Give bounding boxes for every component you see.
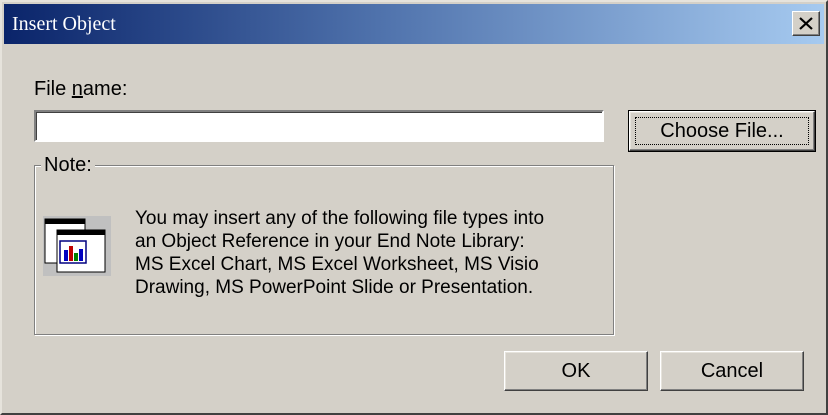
file-name-label-suffix: ame:	[82, 78, 128, 100]
object-reference-chart-icon	[43, 216, 111, 276]
note-line: MS Excel Chart, MS Excel Worksheet, MS V…	[135, 254, 539, 275]
file-name-input[interactable]	[34, 110, 604, 142]
close-button[interactable]	[792, 11, 820, 36]
choose-file-button-label: Choose File...	[660, 120, 784, 142]
note-line: Drawing, MS PowerPoint Slide or Presenta…	[135, 277, 534, 298]
file-name-label-prefix: File	[34, 78, 72, 100]
note-text: You may insert any of the following file…	[135, 207, 605, 299]
close-icon	[799, 17, 813, 30]
choose-file-button[interactable]: Choose File...	[628, 110, 816, 152]
note-line: an Object Reference in your End Note Lib…	[135, 231, 525, 252]
ok-button-label: OK	[561, 360, 591, 382]
window-title: Insert Object	[12, 13, 116, 35]
note-legend: Note:	[41, 154, 95, 177]
cancel-button[interactable]: Cancel	[660, 351, 804, 391]
insert-object-dialog: Insert Object File name: Choose File... …	[0, 0, 828, 415]
note-group: Note: You may insert any of the followin…	[34, 154, 614, 335]
file-name-label-mnemonic: n	[71, 78, 83, 100]
ok-button[interactable]: OK	[504, 351, 648, 391]
cancel-button-label: Cancel	[700, 360, 764, 382]
note-line: You may insert any of the following file…	[135, 208, 545, 229]
title-bar[interactable]: Insert Object	[4, 4, 824, 44]
file-name-label: File name:	[34, 78, 127, 101]
